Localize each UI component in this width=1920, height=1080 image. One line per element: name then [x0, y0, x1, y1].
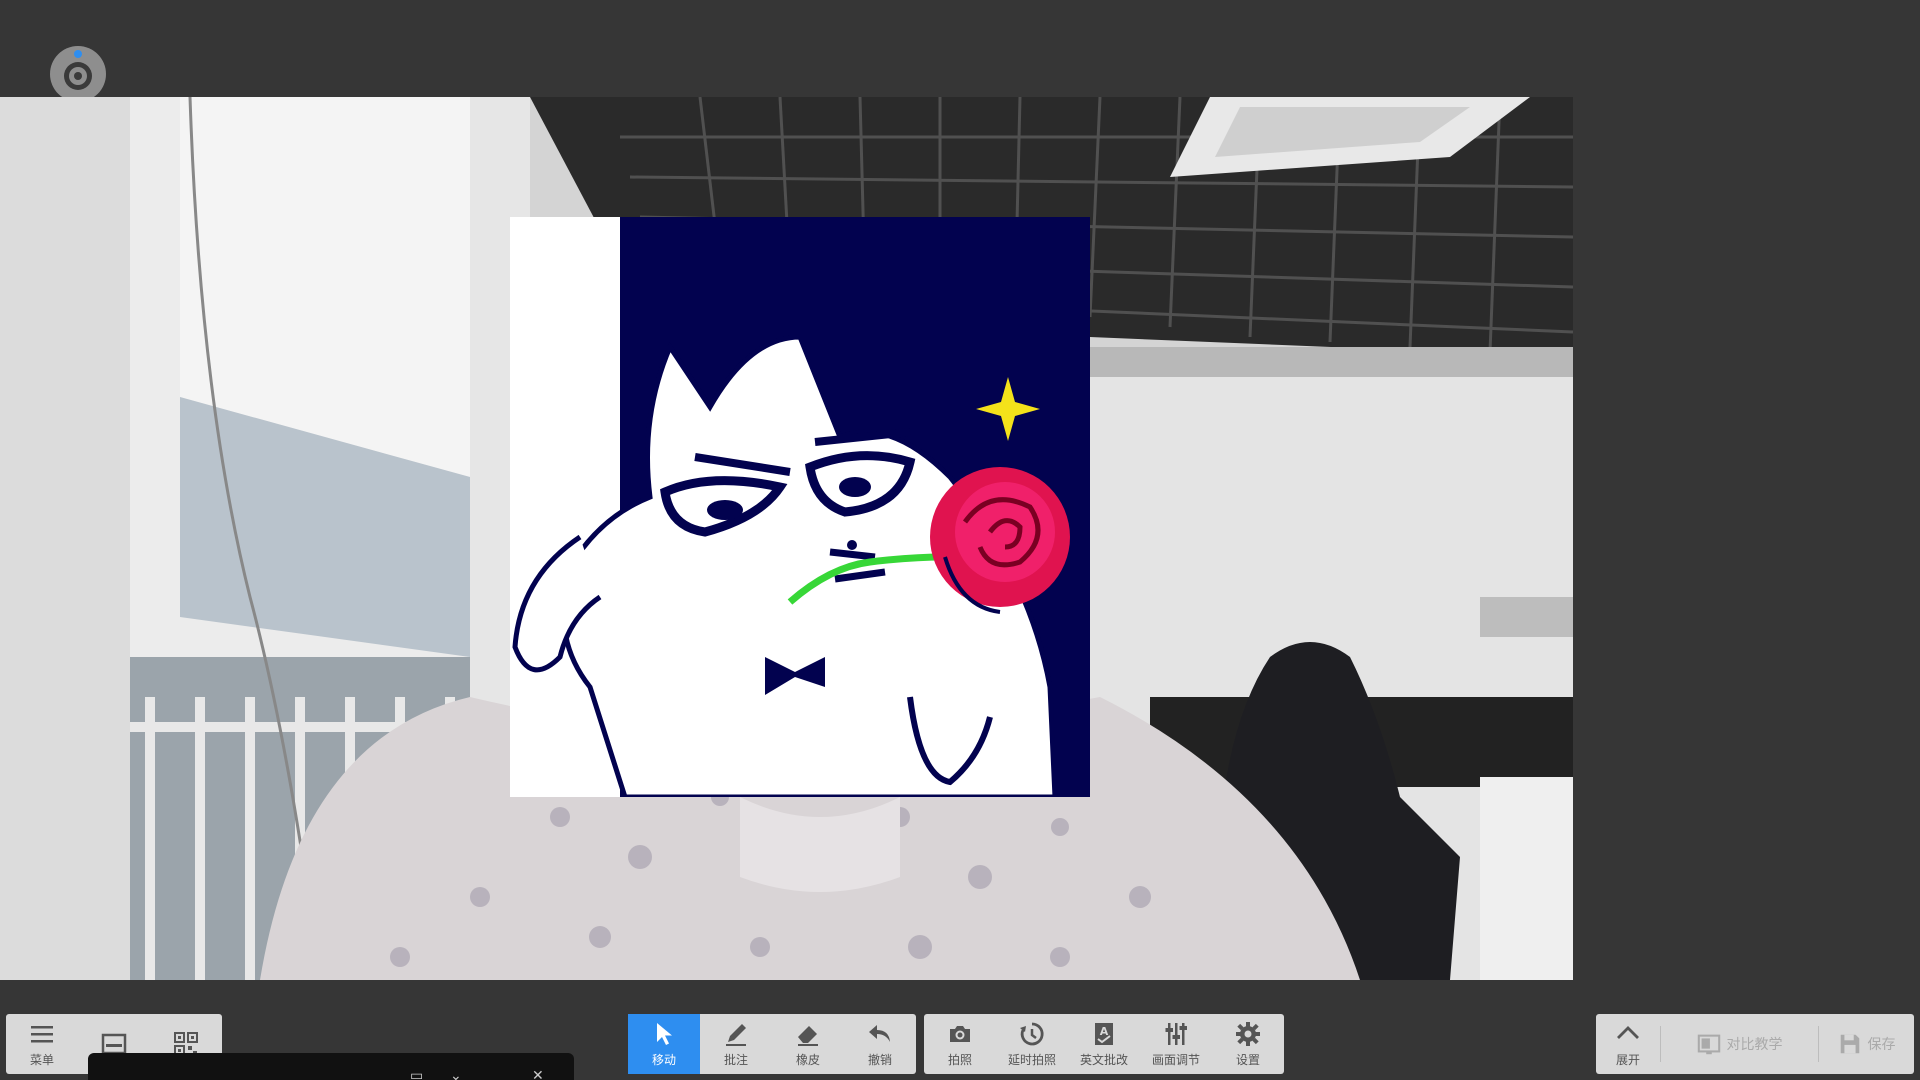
adjust-label: 画面调节 [1151, 1053, 1200, 1067]
undo-icon [869, 1025, 890, 1042]
english-label: 英文批改 [1079, 1053, 1128, 1067]
timer-icon [1020, 1022, 1044, 1046]
sticker-overlay[interactable] [510, 217, 1090, 797]
sliders-icon [1165, 1023, 1187, 1045]
annotate-tool-button[interactable]: 批注 [700, 1014, 772, 1074]
english-check-icon: A [1095, 1023, 1113, 1045]
cursor-arrow-icon [657, 1023, 672, 1045]
annotate-label: 批注 [723, 1053, 748, 1067]
toolbar-annotate: 移动 批注 橡皮 撤销 [628, 1014, 916, 1074]
photo-button[interactable]: 拍照 [924, 1014, 996, 1074]
pencil-icon [726, 1024, 746, 1046]
move-tool-button[interactable]: 移动 [628, 1014, 700, 1074]
menu-label: 菜单 [29, 1053, 54, 1067]
photo-label: 拍照 [947, 1053, 972, 1067]
eraser-icon [798, 1026, 818, 1046]
undo-label: 撤销 [867, 1053, 892, 1067]
image-adjust-button[interactable]: 画面调节 [1140, 1014, 1212, 1074]
thumbnail-panel[interactable]: ▭ ⌄ ✕ [88, 1053, 574, 1080]
svg-text:A: A [1100, 1025, 1109, 1038]
english-correction-button[interactable]: A 英文批改 [1068, 1014, 1140, 1074]
move-label: 移动 [651, 1053, 676, 1067]
expand-button[interactable]: 展开 [1596, 1014, 1660, 1074]
expand-label: 展开 [1615, 1053, 1640, 1067]
save-button[interactable]: 保存 [1819, 1014, 1914, 1074]
save-icon [1841, 1034, 1860, 1054]
panel-chevron-icon[interactable]: ⌄ [450, 1069, 466, 1080]
settings-label: 设置 [1235, 1053, 1260, 1067]
eraser-tool-button[interactable]: 橡皮 [772, 1014, 844, 1074]
settings-button[interactable]: 设置 [1212, 1014, 1284, 1074]
compare-label: 对比教学 [1726, 1037, 1783, 1053]
chevron-up-icon [1616, 1026, 1639, 1039]
eraser-label: 橡皮 [795, 1053, 820, 1067]
toolbar-capture: 拍照 延时拍照 A 英文批改 画面调节 设置 [924, 1014, 1284, 1074]
menu-button[interactable]: 菜单 [6, 1014, 78, 1074]
hamburger-icon [31, 1026, 53, 1043]
compare-teaching-button[interactable]: 对比教学 [1661, 1014, 1818, 1074]
toolbar-right: 展开 对比教学 保存 [1596, 1014, 1914, 1074]
timer-photo-button[interactable]: 延时拍照 [996, 1014, 1068, 1074]
timer-photo-label: 延时拍照 [1007, 1053, 1056, 1067]
camera-app: 菜单 ▭ ⌄ ✕ 移动 批注 橡皮 撤销 拍照 延时拍照 A 英文批改 画面调节… [0, 0, 1920, 1080]
gear-icon [1236, 1022, 1260, 1046]
panel-window-icon[interactable]: ▭ [410, 1069, 426, 1080]
undo-tool-button[interactable]: 撤销 [844, 1014, 916, 1074]
camera-icon [950, 1026, 970, 1042]
compare-icon [1698, 1034, 1721, 1055]
save-label: 保存 [1867, 1037, 1896, 1053]
panel-close-icon[interactable]: ✕ [532, 1069, 548, 1080]
